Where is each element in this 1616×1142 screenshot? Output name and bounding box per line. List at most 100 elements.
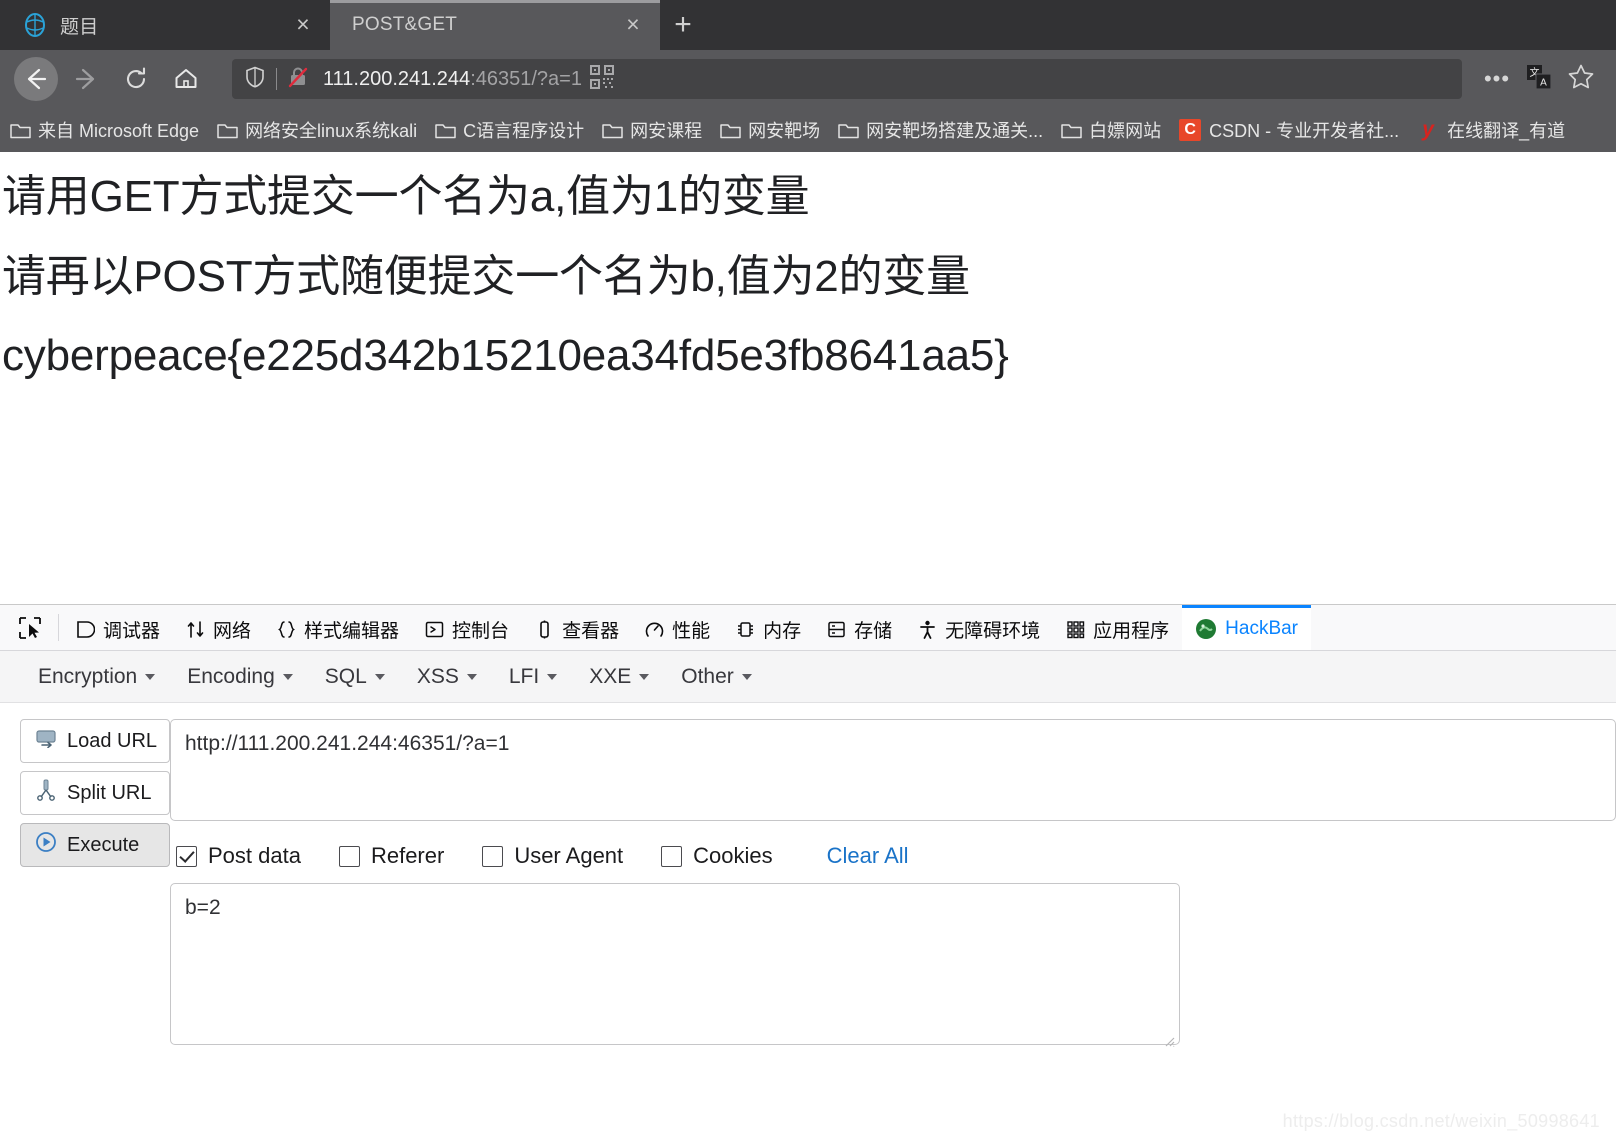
bookmark-item[interactable]: y 在线翻译_有道 (1417, 117, 1565, 143)
devtools-tab-debugger[interactable]: 调试器 (63, 605, 173, 650)
close-tab-2-icon[interactable]: × (616, 8, 650, 42)
new-tab-button[interactable]: + (660, 0, 706, 50)
instruction-line-post: 请再以POST方式随便提交一个名为b,值为2的变量 (2, 251, 970, 301)
bookmark-item[interactable]: C CSDN - 专业开发者社... (1179, 117, 1399, 143)
broken-lock-icon[interactable] (283, 66, 313, 93)
bookmark-item[interactable]: 网安靶场 (720, 117, 820, 143)
address-bar[interactable]: 111.200.241.244:46351/?a=1 (232, 59, 1462, 99)
split-url-button[interactable]: Split URL (20, 771, 170, 815)
back-arrow-icon[interactable] (14, 57, 58, 101)
hackbar-action-buttons: Load URL Split URL Execute (20, 719, 170, 1045)
bookmark-item[interactable]: 网安靶场搭建及通关... (838, 117, 1043, 143)
toolbar-icon-group: ••• 文 A (1476, 63, 1602, 96)
page-content: 请用GET方式提交一个名为a,值为1的变量 请再以POST方式随便提交一个名为b… (0, 152, 1616, 604)
translate-icon[interactable]: 文 A (1518, 64, 1560, 95)
chevron-down-icon (282, 673, 293, 680)
shield-icon[interactable] (240, 66, 270, 93)
bookmark-item[interactable]: 白嫖网站 (1061, 117, 1161, 143)
storage-icon (827, 620, 846, 639)
devtools-tab-console[interactable]: 控制台 (412, 605, 522, 650)
browser-tab-1-title: 题目 (60, 16, 99, 38)
load-url-icon (35, 728, 57, 754)
hackbar-menu-label: XXE (589, 664, 632, 688)
hackbar-menu-encoding[interactable]: Encoding (175, 659, 305, 695)
execute-icon (35, 831, 57, 859)
folder-icon (720, 121, 741, 139)
devtools-tab-performance[interactable]: 性能 (632, 605, 723, 650)
bookmark-label: 网络安全linux系统kali (245, 121, 418, 141)
post-data-textarea[interactable]: b=2 (170, 883, 1180, 1047)
hackbar-menu-encryption[interactable]: Encryption (26, 659, 167, 695)
close-tab-1-icon[interactable]: × (286, 8, 320, 42)
execute-button[interactable]: Execute (20, 823, 170, 867)
cookies-checkbox[interactable]: Cookies (661, 843, 773, 869)
checkbox-box[interactable] (661, 845, 683, 867)
forward-arrow-icon[interactable] (64, 57, 108, 101)
home-icon[interactable] (164, 57, 208, 101)
devtools-tab-application[interactable]: 应用程序 (1053, 605, 1182, 650)
globe-icon (22, 12, 48, 38)
bookmark-item[interactable]: 网安课程 (602, 117, 702, 143)
browser-tab-2-title: POST&GET (352, 14, 458, 35)
devtools-tab-inspector[interactable]: 查看器 (522, 605, 632, 650)
browser-tab-2[interactable]: POST&GET × (330, 0, 660, 50)
chevron-down-icon (466, 673, 477, 680)
devtools-tab-accessibility[interactable]: 无障碍环境 (905, 605, 1053, 650)
bookmark-item[interactable]: 来自 Microsoft Edge (10, 117, 199, 143)
clear-all-link[interactable]: Clear All (827, 843, 909, 869)
address-path: :46351/?a=1 (470, 67, 582, 90)
hackbar-menu-label: SQL (324, 664, 367, 688)
flag-text: cyberpeace{e225d342b15210ea34fd5e3fb8641… (2, 331, 1009, 381)
load-url-button[interactable]: Load URL (20, 719, 170, 763)
instruction-line-get: 请用GET方式提交一个名为a,值为1的变量 (2, 172, 810, 221)
folder-icon (435, 121, 456, 139)
more-menu-icon[interactable]: ••• (1476, 66, 1518, 92)
devtools-tab-network[interactable]: 网络 (173, 605, 264, 650)
hackbar-menu-lfi[interactable]: LFI (497, 659, 569, 695)
hackbar-url-input[interactable]: http://111.200.241.244:46351/?a=1 (170, 719, 1616, 821)
browser-tab-1[interactable]: 题目 × (0, 0, 330, 50)
devtools-tab-style-editor[interactable]: 样式编辑器 (264, 605, 412, 650)
application-icon (1066, 620, 1085, 639)
checkbox-box[interactable] (176, 845, 197, 867)
load-url-label: Load URL (67, 729, 158, 752)
bookmark-star-icon[interactable] (1560, 63, 1602, 96)
bookmark-item[interactable]: C语言程序设计 (435, 117, 584, 143)
resize-grip-icon[interactable] (1163, 1029, 1175, 1047)
chevron-down-icon (741, 673, 752, 680)
devtools-tab-label: 无障碍环境 (945, 620, 1041, 642)
qr-code-icon[interactable] (582, 64, 622, 94)
execute-label: Execute (67, 833, 140, 856)
devtools-tab-label: 查看器 (562, 620, 620, 642)
chevron-down-icon (374, 673, 385, 680)
checkbox-box[interactable] (338, 845, 360, 867)
devtools-tab-label: 存储 (854, 620, 893, 642)
folder-icon (10, 121, 31, 139)
bookmark-label: 在线翻译_有道 (1447, 121, 1566, 141)
devtools-tab-hackbar[interactable]: HackBar (1182, 605, 1312, 650)
devtools-panel: 调试器 网络 样式编辑器 控制台 查看器 性能 内存 存储 无障碍环境 应用程序… (0, 604, 1616, 1047)
hackbar-menu-xss[interactable]: XSS (405, 659, 489, 695)
reload-icon[interactable] (114, 57, 158, 101)
hackbar-menu-sql[interactable]: SQL (313, 659, 397, 695)
bookmark-label: 白嫖网站 (1089, 121, 1162, 141)
chevron-down-icon (547, 673, 558, 680)
network-icon (186, 620, 205, 639)
post-data-value: b=2 (185, 896, 221, 919)
devtools-tab-label: 控制台 (452, 620, 510, 642)
user-agent-label: User Agent (514, 843, 624, 868)
devtools-tab-memory[interactable]: 内存 (723, 605, 814, 650)
devtools-tab-label: 内存 (763, 620, 802, 642)
referer-checkbox[interactable]: Referer (338, 843, 444, 869)
memory-icon (736, 620, 755, 639)
post-data-checkbox[interactable]: Post data (176, 843, 301, 869)
hackbar-menu-other[interactable]: Other (669, 659, 764, 695)
hackbar-menu-xxe[interactable]: XXE (577, 659, 661, 695)
browser-window: 题目 × POST&GET × + 111.200.241.244:46351/… (0, 0, 1616, 1142)
devtools-tab-storage[interactable]: 存储 (814, 605, 905, 650)
element-picker-icon[interactable] (4, 605, 54, 650)
checkbox-box[interactable] (482, 845, 504, 867)
bookmark-item[interactable]: 网络安全linux系统kali (217, 117, 417, 143)
bookmarks-bar: 来自 Microsoft Edge 网络安全linux系统kali C语言程序设… (0, 108, 1616, 152)
user-agent-checkbox[interactable]: User Agent (482, 843, 623, 869)
